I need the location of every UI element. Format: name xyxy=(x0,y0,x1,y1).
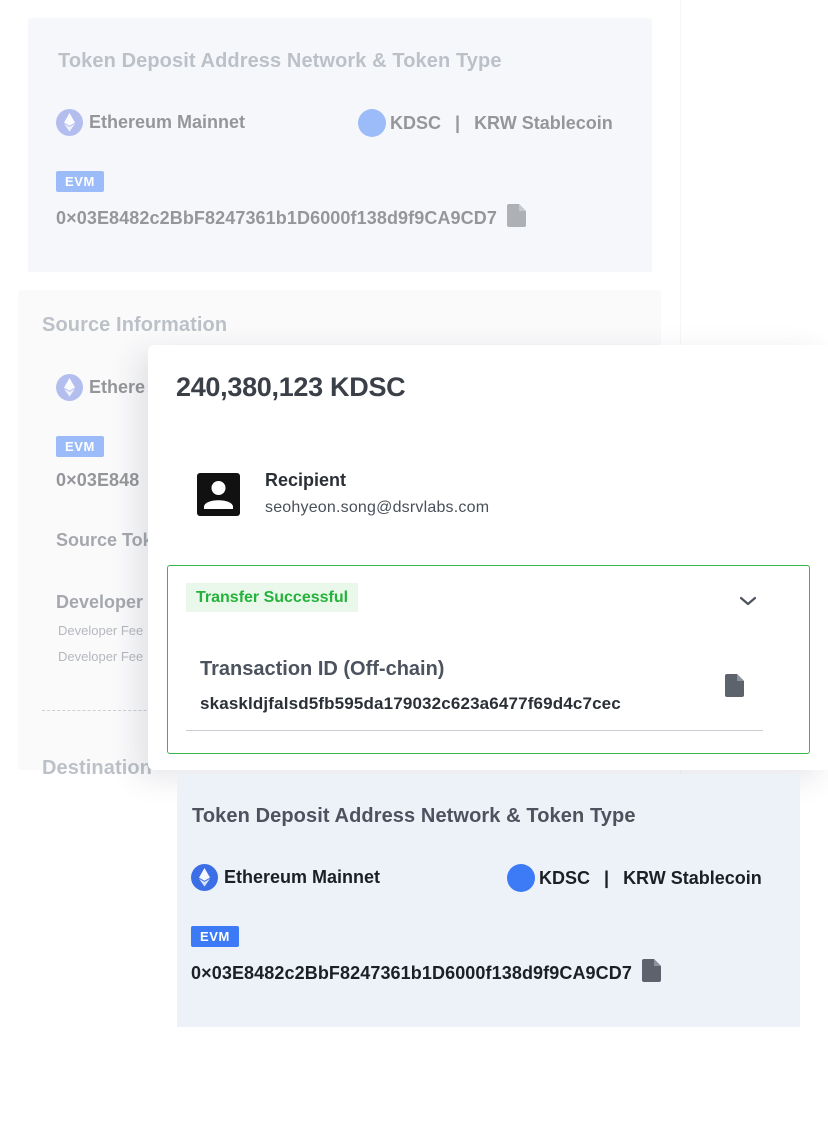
token-name: KRW Stablecoin xyxy=(474,112,613,133)
transfer-amount: 240,380,123 KDSC xyxy=(176,372,406,402)
source-token-label: Source Tok xyxy=(56,530,153,550)
deposit-info-card: Token Deposit Address Network & Token Ty… xyxy=(177,774,800,1027)
recipient-label: Recipient xyxy=(265,470,347,490)
user-avatar-icon xyxy=(197,473,240,521)
transaction-id-label: Transaction ID (Off-chain) xyxy=(200,658,445,680)
address-text: 0×03E8482c2BbF8247361b1D6000f138d9f9CA9C… xyxy=(191,962,632,983)
token-separator: | xyxy=(455,112,461,133)
network-name-partial: Ethere xyxy=(89,377,146,397)
document-icon[interactable] xyxy=(641,959,661,987)
network-name: Ethereum Mainnet xyxy=(224,867,381,887)
chevron-down-icon[interactable] xyxy=(738,594,758,612)
network-row: Ethereum Mainnet xyxy=(56,109,245,136)
kdsc-coin-icon xyxy=(358,109,386,137)
evm-tag: EVM xyxy=(56,436,104,457)
deposit-address: 0×03E8482c2BbF8247361b1D6000f138d9f9CA9C… xyxy=(191,959,661,987)
developer-fee-line: Developer Fee xyxy=(58,649,144,664)
evm-tag: EVM xyxy=(56,171,104,192)
token-symbol: KDSC xyxy=(390,112,442,133)
evm-tag: EVM xyxy=(191,926,239,947)
background-deposit-card: Token Deposit Address Network & Token Ty… xyxy=(28,18,652,272)
recipient-email: seohyeon.song@dsrvlabs.com xyxy=(265,499,490,516)
source-network-row: Ethere xyxy=(56,374,145,401)
network-name: Ethereum Mainnet xyxy=(89,112,246,132)
section-title: Source Information xyxy=(42,314,228,336)
token-symbol: KDSC xyxy=(539,867,591,888)
ethereum-icon xyxy=(191,864,218,891)
transaction-id-value: skaskldjfalsd5fb595da179032c623a6477f69d… xyxy=(200,694,621,713)
transfer-status-panel: Transfer Successful Transaction ID (Off-… xyxy=(167,565,810,754)
section-title: Token Deposit Address Network & Token Ty… xyxy=(58,50,502,72)
source-address-partial: 0×03E848 xyxy=(56,470,140,490)
divider-line xyxy=(186,730,763,731)
ethereum-icon xyxy=(56,374,83,401)
developer-label: Developer xyxy=(56,592,144,612)
network-row: Ethereum Mainnet xyxy=(191,864,380,891)
status-badge: Transfer Successful xyxy=(186,583,359,612)
developer-fee-line: Developer Fee xyxy=(58,623,144,638)
deposit-address: 0×03E8482c2BbF8247361b1D6000f138d9f9CA9C… xyxy=(56,204,526,232)
document-icon[interactable] xyxy=(506,204,526,232)
token-row: KDSC | KRW Stablecoin xyxy=(507,864,762,892)
address-text: 0×03E8482c2BbF8247361b1D6000f138d9f9CA9C… xyxy=(56,207,497,228)
document-icon[interactable] xyxy=(725,674,744,702)
token-separator: | xyxy=(604,867,610,888)
token-row: KDSC | KRW Stablecoin xyxy=(358,109,613,137)
destination-title: Destination xyxy=(42,757,152,779)
kdsc-coin-icon xyxy=(507,864,535,892)
token-name: KRW Stablecoin xyxy=(623,867,762,888)
section-title: Token Deposit Address Network & Token Ty… xyxy=(192,805,636,827)
ethereum-icon xyxy=(56,109,83,136)
